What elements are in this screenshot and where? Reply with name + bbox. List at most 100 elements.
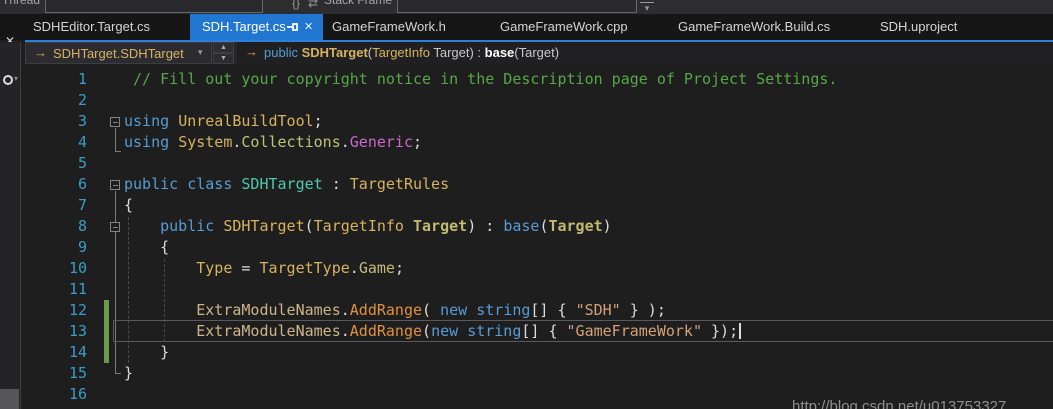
code-token: Type xyxy=(196,259,233,277)
line-number[interactable]: 10 xyxy=(40,258,87,279)
member-signature-token: public xyxy=(264,45,302,60)
stack-frame-label: Stack Frame xyxy=(324,0,393,7)
chevron-down-icon: ▾ xyxy=(198,47,203,57)
code-line-7[interactable]: { xyxy=(124,195,133,216)
code-line-3[interactable]: using UnrealBuildTool; xyxy=(124,111,323,132)
code-token: ( xyxy=(304,217,314,235)
code-line-14[interactable]: } xyxy=(124,342,169,363)
code-token: UnrealBuildTool xyxy=(178,112,314,130)
fold-guide-end xyxy=(115,373,121,374)
line-number[interactable]: 14 xyxy=(40,342,87,363)
swap-arrows-icon: ⇄ xyxy=(308,0,319,10)
code-token: public xyxy=(124,175,179,193)
code-token: "SDH" xyxy=(575,301,621,319)
tab-gameframework-cpp[interactable]: GameFrameWork.cpp xyxy=(500,14,628,40)
member-signature-token: SDHTarget xyxy=(301,45,368,60)
code-line-9[interactable]: { xyxy=(124,237,169,258)
text-cursor xyxy=(739,323,741,339)
code-token: base xyxy=(503,217,540,235)
line-number[interactable]: 1 xyxy=(40,69,87,90)
code-token: Game xyxy=(358,259,395,277)
line-number[interactable]: 12 xyxy=(40,300,87,321)
member-dropdown[interactable]: → public SDHTarget(TargetInfo Target) : … xyxy=(237,42,1053,64)
tab-gameframework-build-cs[interactable]: GameFrameWork.Build.cs xyxy=(678,14,830,40)
code-token: [] { xyxy=(530,301,576,319)
type-dropdown[interactable]: → SDHTarget.SDHTarget ▾ xyxy=(25,42,212,64)
code-line-1[interactable]: // Fill out your copyright notice in the… xyxy=(124,69,837,90)
fold-toggle-icon[interactable] xyxy=(110,180,120,190)
code-token: TargetInfo xyxy=(313,217,404,235)
spin-up-button[interactable]: ▲ xyxy=(213,42,234,53)
fold-guide-line xyxy=(115,191,116,373)
line-number[interactable]: 7 xyxy=(40,195,87,216)
code-token: = xyxy=(232,259,260,277)
code-token: . xyxy=(340,301,350,319)
spin-down-button[interactable]: ▼ xyxy=(213,53,234,64)
line-number[interactable]: 9 xyxy=(40,237,87,258)
fold-toggle-icon[interactable] xyxy=(110,117,120,127)
line-number[interactable]: 4 xyxy=(40,132,87,153)
code-line-15[interactable]: } xyxy=(124,363,133,384)
code-token: ; xyxy=(394,259,404,277)
code-line-13[interactable]: ExtraModuleNames.AddRange(new string[] {… xyxy=(124,321,738,342)
code-token: ; xyxy=(413,133,423,151)
line-number[interactable]: 2 xyxy=(40,90,87,111)
line-number[interactable]: 8 xyxy=(40,216,87,237)
member-spinner: ▲ ▼ xyxy=(213,42,234,64)
line-number[interactable]: 3 xyxy=(40,111,87,132)
code-line-12[interactable]: ExtraModuleNames.AddRange( new string[] … xyxy=(124,300,666,321)
code-line-4[interactable]: using System.Collections.Generic; xyxy=(124,132,422,153)
code-token: } xyxy=(124,343,170,361)
chevron-down-icon: ▾ xyxy=(14,74,19,83)
tab-sdh-uproject[interactable]: SDH.uproject xyxy=(880,14,957,40)
toolbar-overflow-icon[interactable]: ▾ xyxy=(640,2,654,13)
tab-close-icon[interactable]: ✕ xyxy=(304,14,313,40)
code-token: ) : xyxy=(467,217,504,235)
tab-sdh-target-cs-active[interactable]: SDH.Target.cs ✕ xyxy=(190,14,323,40)
tab-gameframework-h[interactable]: GameFrameWork.h xyxy=(332,14,446,40)
circle-dropdown-icon[interactable] xyxy=(3,75,13,85)
code-line-10[interactable]: Type = TargetType.Game; xyxy=(124,258,404,279)
code-token: using xyxy=(124,112,170,130)
member-signature-token: TargetInfo xyxy=(372,45,430,60)
code-token: { xyxy=(124,238,170,256)
line-number[interactable]: 16 xyxy=(40,384,87,405)
code-token: . xyxy=(340,322,350,340)
line-number[interactable]: 5 xyxy=(40,153,87,174)
line-number[interactable]: 6 xyxy=(40,174,87,195)
vs-editor-window: Thread {} ⇄ Stack Frame ▾ ✕ SDHEditor.Ta… xyxy=(0,0,1053,409)
stack-frame-combobox[interactable] xyxy=(397,0,637,13)
code-token: string xyxy=(476,301,531,319)
fold-toggle-icon[interactable] xyxy=(110,222,120,232)
code-token: AddRange xyxy=(349,322,423,340)
code-token: "GameFrameWork" xyxy=(566,322,702,340)
code-token: public xyxy=(160,217,215,235)
code-editor[interactable]: 1 2 3 4 5 6 7 8 9 10 11 12 13 14 15 16 // Fill out your… xyxy=(21,64,1053,409)
member-dropdown-value: public SDHTarget(TargetInfo Target) : ba… xyxy=(264,45,559,60)
code-token: ( xyxy=(422,322,432,340)
code-token: . xyxy=(340,133,350,151)
code-token: new xyxy=(440,301,468,319)
pin-icon[interactable] xyxy=(287,22,299,32)
member-signature-token: base xyxy=(484,45,515,60)
tab-sdheditor-target-cs[interactable]: SDHEditor.Target.cs xyxy=(33,14,150,40)
code-line-8[interactable]: public SDHTarget(TargetInfo Target) : ba… xyxy=(124,216,612,237)
thread-combobox[interactable] xyxy=(45,0,263,13)
braces-icon: {} xyxy=(292,0,301,10)
line-number[interactable]: 13 xyxy=(40,321,87,342)
code-token: AddRange xyxy=(349,301,423,319)
line-number[interactable]: 15 xyxy=(40,363,87,384)
line-number[interactable]: 11 xyxy=(40,279,87,300)
thread-label: Thread xyxy=(2,0,41,7)
code-token: // Fill out your copyright notice in the… xyxy=(124,70,838,88)
background-window-corner xyxy=(0,389,19,409)
code-token: SDHTarget xyxy=(241,175,323,193)
fold-guide-end xyxy=(115,151,121,152)
code-line-6[interactable]: public class SDHTarget : TargetRules xyxy=(124,174,449,195)
